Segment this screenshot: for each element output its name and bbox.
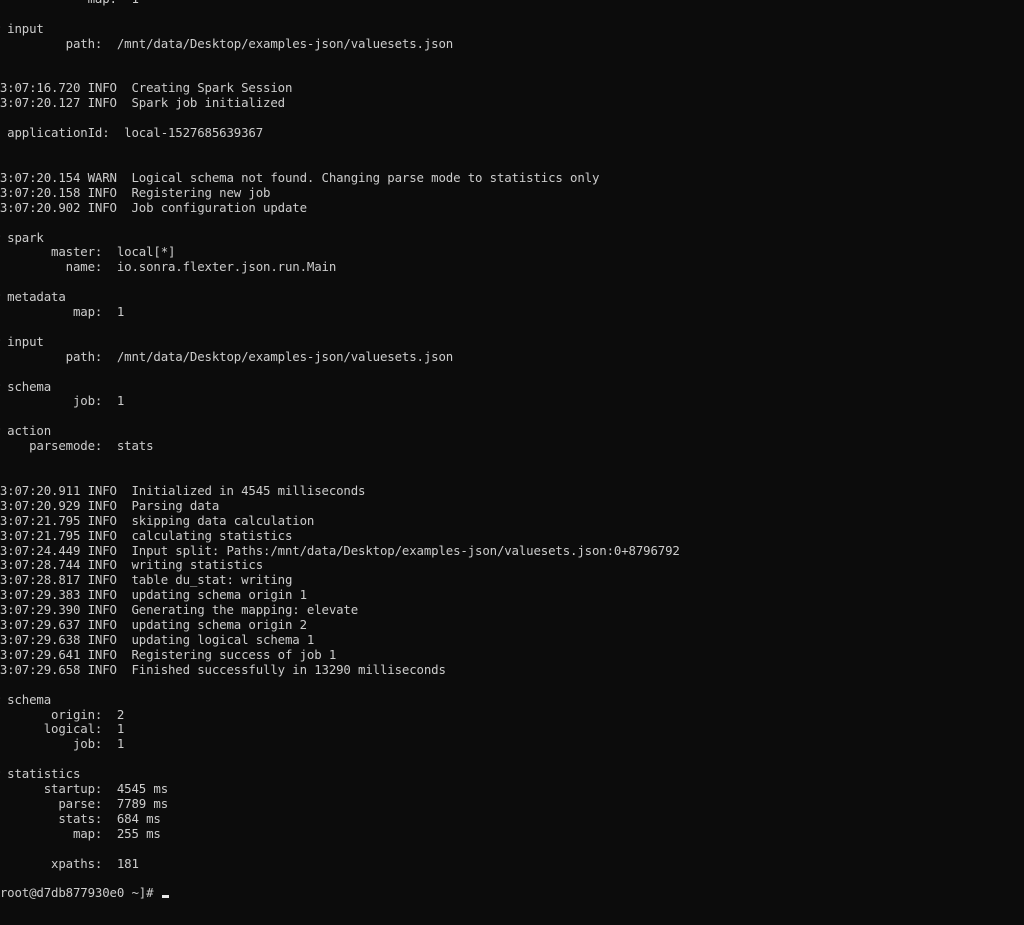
terminal-line: # input	[0, 20, 44, 36]
terminal-line: 13:07:20.902 INFO Job configuration upda…	[0, 199, 307, 215]
terminal-line: 13:07:28.817 INFO table du_stat: writing	[0, 572, 293, 588]
terminal-line: job: 1	[0, 393, 125, 409]
terminal-line: job: 1	[0, 736, 125, 752]
shell-prompt: [root@d7db877930e0 ~]#	[0, 885, 161, 901]
terminal-line: 13:07:20.929 INFO Parsing data	[0, 497, 220, 513]
terminal-line: parse: 7789 ms	[0, 795, 168, 811]
terminal-line: 13:07:29.658 INFO Finished successfully …	[0, 661, 446, 677]
terminal-line: 13:07:24.449 INFO Input split: Paths:/mn…	[0, 542, 680, 558]
terminal-line: 13:07:21.795 INFO calculating statistics	[0, 527, 293, 543]
shell-prompt-line[interactable]: [root@d7db877930e0 ~]#	[0, 885, 1024, 901]
terminal-line: startup: 4545 ms	[0, 781, 168, 797]
terminal-line: logical: 1	[0, 721, 125, 737]
terminal-line: origin: 2	[0, 706, 125, 722]
terminal-line: 13:07:21.795 INFO skipping data calculat…	[0, 512, 315, 528]
terminal-line: applicationId: local-1527685639367	[0, 125, 264, 141]
terminal-line: path: /mnt/data/Desktop/examples-json/va…	[0, 35, 454, 51]
terminal-line: stats: 684 ms	[0, 810, 161, 826]
terminal-line: map: 1	[0, 304, 125, 320]
terminal-line: # spark	[0, 229, 44, 245]
terminal-line: # schema	[0, 378, 52, 394]
terminal-line: 13:07:29.641 INFO Registering success of…	[0, 646, 337, 662]
terminal-line: # input	[0, 333, 44, 349]
text-cursor	[161, 895, 169, 899]
terminal-line: 13:07:29.637 INFO updating schema origin…	[0, 617, 307, 633]
terminal-line: # schema	[0, 691, 52, 707]
terminal-line: 13:07:29.390 INFO Generating the mapping…	[0, 602, 359, 618]
terminal-line: 13:07:20.911 INFO Initialized in 4545 mi…	[0, 482, 366, 498]
terminal-line: map: 255 ms	[0, 825, 161, 841]
terminal-line: parsemode: stats	[0, 438, 154, 454]
terminal-line: name: io.sonra.flexter.json.run.Main	[0, 259, 337, 275]
terminal-line: 13:07:20.127 INFO Spark job initialized	[0, 95, 285, 111]
terminal-output: map: 1 # input path: /mnt/data/Desktop/ex…	[0, 0, 1024, 925]
terminal-line: map: 1	[0, 0, 1024, 7]
terminal-line: 13:07:20.158 INFO Registering new job	[0, 184, 271, 200]
terminal-line: 13:07:16.720 INFO Creating Spark Session	[0, 80, 293, 96]
terminal-line: 13:07:29.638 INFO updating logical schem…	[0, 631, 315, 647]
terminal-line: # statistics	[0, 766, 81, 782]
terminal-line: # metadata	[0, 289, 66, 305]
terminal-line: # action	[0, 423, 52, 439]
terminal-line: 13:07:20.154 WARN Logical schema not fou…	[0, 169, 600, 185]
terminal-line: path: /mnt/data/Desktop/examples-json/va…	[0, 348, 454, 364]
terminal-line: 13:07:29.383 INFO updating schema origin…	[0, 587, 307, 603]
terminal-line: xpaths: 181	[0, 855, 139, 871]
terminal-line: 13:07:28.744 INFO writing statistics	[0, 557, 264, 573]
terminal-line: master: local[*]	[0, 244, 176, 260]
